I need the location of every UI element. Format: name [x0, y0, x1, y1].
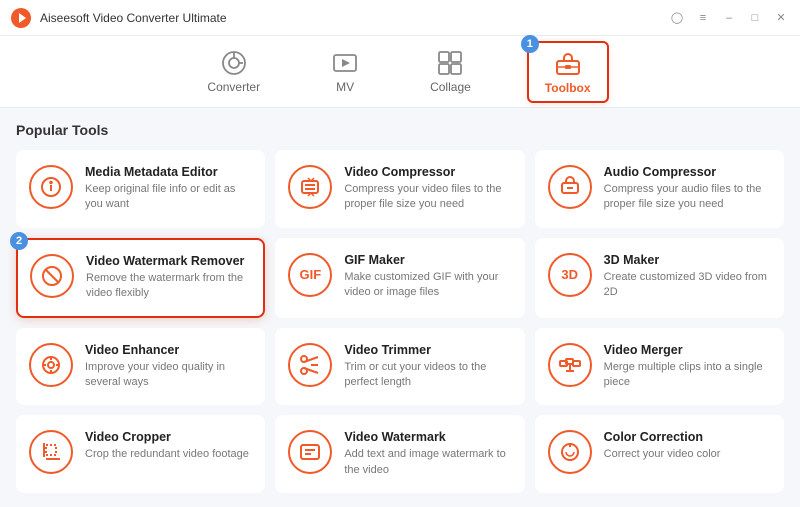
tool-name-video-compressor: Video Compressor: [344, 165, 511, 179]
tool-text-video-enhancer: Video Enhancer Improve your video quality…: [85, 343, 252, 391]
tool-text-media-metadata-editor: Media Metadata Editor Keep original file …: [85, 165, 252, 213]
tool-name-video-cropper: Video Cropper: [85, 430, 249, 444]
tool-card-video-cropper[interactable]: Video Cropper Crop the redundant video fo…: [16, 415, 265, 493]
tool-desc-video-compressor: Compress your video files to the proper …: [344, 182, 511, 213]
tool-name-video-watermark-remover: Video Watermark Remover: [86, 254, 251, 268]
maximize-btn[interactable]: □: [746, 9, 764, 27]
tool-name-video-watermark: Video Watermark: [344, 430, 511, 444]
tool-badge-video-watermark-remover: 2: [10, 232, 28, 250]
tool-text-gif-maker: GIF Maker Make customized GIF with your v…: [344, 253, 511, 301]
menu-btn[interactable]: ≡: [694, 9, 712, 27]
section-title: Popular Tools: [16, 122, 784, 138]
toolbox-badge: 1: [521, 35, 539, 53]
tool-name-video-trimmer: Video Trimmer: [344, 343, 511, 357]
tool-text-color-correction: Color Correction Correct your video color: [604, 430, 721, 462]
nav-collage[interactable]: Collage: [414, 44, 487, 100]
tool-card-video-trimmer[interactable]: Video Trimmer Trim or cut your videos to …: [275, 328, 524, 406]
merge-icon: [548, 343, 592, 387]
tool-text-video-trimmer: Video Trimmer Trim or cut your videos to …: [344, 343, 511, 391]
app-title: Aiseesoft Video Converter Ultimate: [40, 11, 668, 25]
toolbox-icon: [554, 49, 582, 77]
title-bar: Aiseesoft Video Converter Ultimate ◯ ≡ –…: [0, 0, 800, 36]
tool-card-audio-compressor[interactable]: Audio Compressor Compress your audio file…: [535, 150, 784, 228]
converter-icon: [221, 50, 247, 76]
tool-name-media-metadata-editor: Media Metadata Editor: [85, 165, 252, 179]
tool-desc-video-merger: Merge multiple clips into a single piece: [604, 360, 771, 391]
watermark-icon: [288, 430, 332, 474]
tool-card-video-merger[interactable]: Video Merger Merge multiple clips into a …: [535, 328, 784, 406]
compress-v-icon: [288, 165, 332, 209]
collage-label: Collage: [430, 80, 471, 94]
tool-desc-gif-maker: Make customized GIF with your video or i…: [344, 270, 511, 301]
nav-toolbox[interactable]: 1 Toolbox: [527, 41, 609, 103]
compress-a-icon: [548, 165, 592, 209]
main-content: Popular Tools Media Metadata Editor Keep …: [0, 108, 800, 507]
gif-icon: GIF: [288, 253, 332, 297]
color-icon: [548, 430, 592, 474]
tool-card-video-enhancer[interactable]: Video Enhancer Improve your video quality…: [16, 328, 265, 406]
trim-icon: [288, 343, 332, 387]
tool-text-video-watermark-remover: Video Watermark Remover Remove the waterm…: [86, 254, 251, 302]
tool-card-gif-maker[interactable]: GIF GIF Maker Make customized GIF with you…: [275, 238, 524, 318]
collage-icon: [437, 50, 463, 76]
tool-text-3d-maker: 3D Maker Create customized 3D video from …: [604, 253, 771, 301]
tool-name-video-merger: Video Merger: [604, 343, 771, 357]
tool-card-3d-maker[interactable]: 3D 3D Maker Create customized 3D video fro…: [535, 238, 784, 318]
watermark-remove-icon: [30, 254, 74, 298]
window-controls: ◯ ≡ – □ ✕: [668, 9, 790, 27]
nav-mv[interactable]: MV: [316, 44, 374, 100]
tool-desc-video-watermark-remover: Remove the watermark from the video flex…: [86, 271, 251, 302]
tools-grid: Media Metadata Editor Keep original file …: [16, 150, 784, 493]
tool-desc-3d-maker: Create customized 3D video from 2D: [604, 270, 771, 301]
tool-card-video-compressor[interactable]: Video Compressor Compress your video file…: [275, 150, 524, 228]
tool-card-media-metadata-editor[interactable]: Media Metadata Editor Keep original file …: [16, 150, 265, 228]
crop-icon: [29, 430, 73, 474]
tool-desc-color-correction: Correct your video color: [604, 447, 721, 462]
tool-desc-media-metadata-editor: Keep original file info or edit as you w…: [85, 182, 252, 213]
tool-text-audio-compressor: Audio Compressor Compress your audio file…: [604, 165, 771, 213]
tool-desc-audio-compressor: Compress your audio files to the proper …: [604, 182, 771, 213]
tool-card-color-correction[interactable]: Color Correction Correct your video color: [535, 415, 784, 493]
tool-text-video-merger: Video Merger Merge multiple clips into a …: [604, 343, 771, 391]
info-icon: [29, 165, 73, 209]
nav-bar: Converter MV Collage 1 Toolbox: [0, 36, 800, 108]
tool-name-color-correction: Color Correction: [604, 430, 721, 444]
tool-text-video-watermark: Video Watermark Add text and image waterm…: [344, 430, 511, 478]
enhancer-icon: [29, 343, 73, 387]
tool-name-video-enhancer: Video Enhancer: [85, 343, 252, 357]
mv-label: MV: [336, 80, 354, 94]
close-btn[interactable]: ✕: [772, 9, 790, 27]
tool-card-video-watermark-remover[interactable]: 2Video Watermark RemoverRemove the water…: [16, 238, 265, 318]
tool-desc-video-trimmer: Trim or cut your videos to the perfect l…: [344, 360, 511, 391]
tool-name-3d-maker: 3D Maker: [604, 253, 771, 267]
tool-desc-video-cropper: Crop the redundant video footage: [85, 447, 249, 462]
tool-name-audio-compressor: Audio Compressor: [604, 165, 771, 179]
nav-converter[interactable]: Converter: [191, 44, 276, 100]
3d-icon: 3D: [548, 253, 592, 297]
tool-text-video-cropper: Video Cropper Crop the redundant video fo…: [85, 430, 249, 462]
tool-desc-video-enhancer: Improve your video quality in several wa…: [85, 360, 252, 391]
toolbox-label: Toolbox: [545, 81, 591, 95]
minimize-btn[interactable]: –: [720, 9, 738, 27]
mv-icon: [332, 50, 358, 76]
tool-desc-video-watermark: Add text and image watermark to the vide…: [344, 447, 511, 478]
app-logo: [10, 7, 32, 29]
chat-btn[interactable]: ◯: [668, 9, 686, 27]
tool-name-gif-maker: GIF Maker: [344, 253, 511, 267]
tool-card-video-watermark[interactable]: Video Watermark Add text and image waterm…: [275, 415, 524, 493]
converter-label: Converter: [207, 80, 260, 94]
tool-text-video-compressor: Video Compressor Compress your video file…: [344, 165, 511, 213]
